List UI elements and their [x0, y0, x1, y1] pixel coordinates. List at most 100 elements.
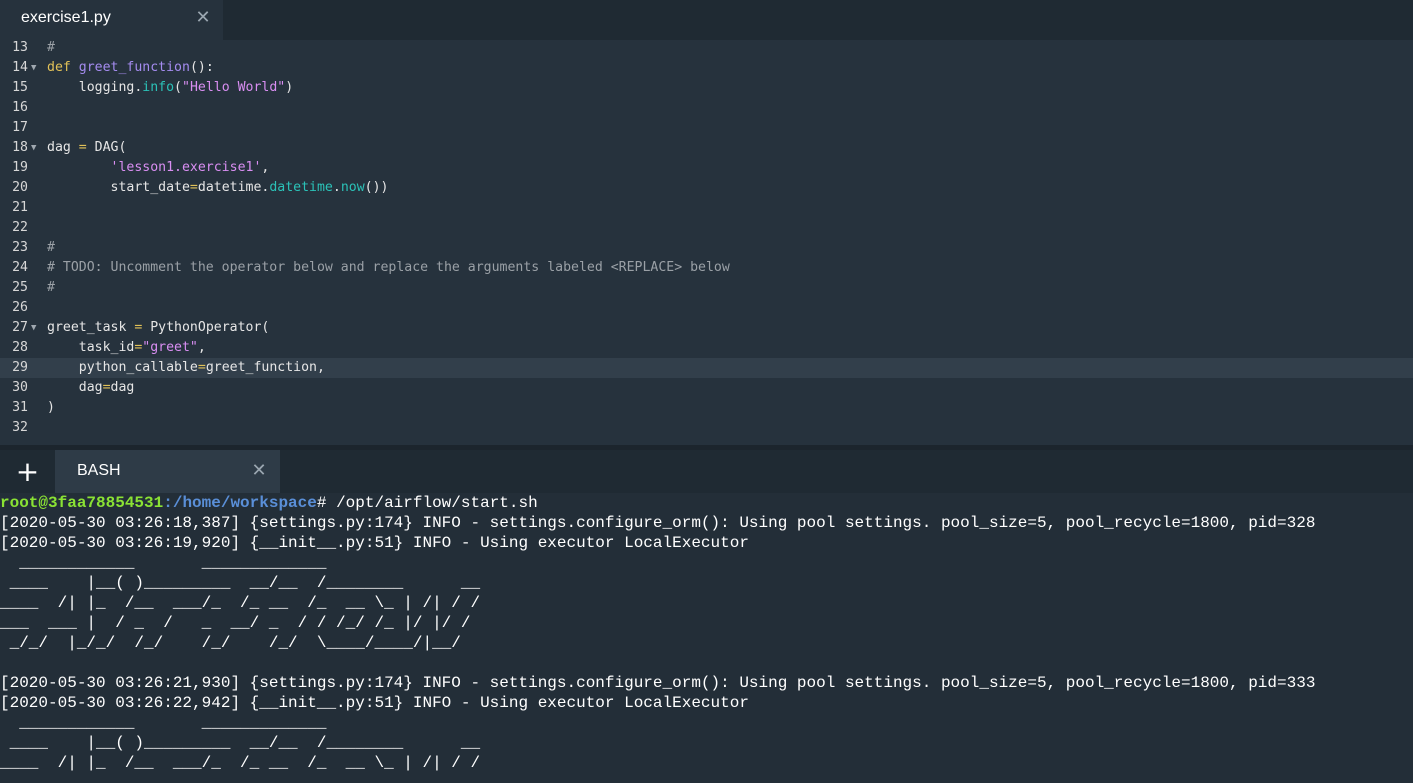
code-line[interactable]: 32 [0, 418, 1413, 438]
terminal-output-line: [2020-05-30 03:26:21,930] {settings.py:1… [0, 674, 1316, 692]
code-text: # [47, 278, 55, 298]
terminal-output-line: ____ |__( )_________ __/__ /________ __ [0, 574, 481, 592]
terminal-output-line: ____ |__( )_________ __/__ /________ __ [0, 734, 481, 752]
code-text: python_callable=greet_function, [47, 358, 325, 378]
new-terminal-button[interactable]: + [0, 450, 55, 493]
line-number: 32 [12, 420, 28, 435]
line-number: 22 [12, 220, 28, 235]
code-token: PythonOperator( [142, 320, 270, 335]
code-token: dag [47, 140, 79, 155]
close-icon[interactable]: ✕ [193, 7, 213, 29]
editor-tab-exercise1[interactable]: exercise1.py ✕ [0, 0, 223, 40]
code-line[interactable]: 25 # [0, 278, 1413, 298]
code-text: ) [47, 398, 55, 418]
code-token: = [197, 360, 206, 375]
code-token: def [47, 60, 71, 75]
code-line[interactable]: 16 [0, 98, 1413, 118]
line-number: 26 [12, 300, 28, 315]
code-line[interactable]: 26 [0, 298, 1413, 318]
code-line[interactable]: 15 logging.info("Hello World") [0, 78, 1413, 98]
code-line[interactable]: 31) [0, 398, 1413, 418]
code-line[interactable]: 24 # TODO: Uncomment the operator below a… [0, 258, 1413, 278]
prompt-user: root@3faa78854531 [0, 494, 164, 512]
code-line[interactable]: 21 [0, 198, 1413, 218]
code-token: # TODO: Uncomment the operator below and… [47, 260, 730, 275]
code-text: # [47, 40, 55, 58]
code-line[interactable]: 23 # [0, 238, 1413, 258]
code-token: 'lesson1.exercise1' [110, 160, 262, 175]
fold-arrow-icon[interactable]: ▼ [31, 138, 41, 158]
code-token: info [142, 80, 175, 95]
line-number: 14 [12, 60, 28, 75]
code-token: "Hello World" [182, 80, 286, 95]
fold-arrow-icon[interactable]: ▼ [31, 318, 41, 338]
code-token: logging. [47, 80, 143, 95]
code-line[interactable]: 20 start_date=datetime.datetime.now()) [0, 178, 1413, 198]
code-token: "greet" [142, 340, 198, 355]
code-token: (): [189, 60, 214, 75]
code-token: start_date [47, 180, 190, 195]
code-line[interactable]: 14 ▼ def greet_function(): [0, 58, 1413, 78]
code-line[interactable]: 22 [0, 218, 1413, 238]
code-token: dag [110, 380, 135, 395]
line-number: 15 [12, 80, 28, 95]
code-text: dag = DAG( [47, 138, 126, 158]
code-text: def greet_function(): [47, 58, 214, 78]
code-token: , [261, 160, 270, 175]
line-number: 28 [12, 340, 28, 355]
close-icon[interactable]: ✕ [249, 460, 269, 482]
code-editor[interactable]: 13 #14 ▼ def greet_function(): 15 logging.in… [0, 40, 1413, 445]
terminal-tab-title[interactable]: BASH [77, 462, 121, 480]
code-line[interactable]: 27 ▼ greet_task = PythonOperator( [0, 318, 1413, 338]
code-token: . [332, 180, 341, 195]
code-line[interactable]: 17 [0, 118, 1413, 138]
code-token: datetime [269, 180, 333, 195]
code-text: 'lesson1.exercise1', [47, 158, 270, 178]
code-token: greet_function [78, 60, 190, 75]
code-token: ) [47, 400, 55, 415]
code-token: ( [174, 80, 182, 95]
code-line[interactable]: 18 ▼ dag = DAG( [0, 138, 1413, 158]
terminal-output-line: ___ ___ | / _ / _ __/ _ / / /_/ /_ |/ |/… [0, 614, 471, 632]
editor-tab-bar: exercise1.py ✕ [0, 0, 1413, 40]
code-token: DAG( [86, 140, 127, 155]
code-token: # [47, 240, 55, 255]
terminal-output-line: ____________ _____________ [0, 554, 327, 572]
fold-arrow-icon[interactable]: ▼ [31, 58, 41, 78]
code-token: , [197, 340, 206, 355]
code-line[interactable]: 29 python_callable=greet_function, [0, 358, 1413, 378]
line-number: 13 [12, 40, 28, 55]
code-text: task_id="greet", [47, 338, 206, 358]
prompt-path: :/home/workspace [163, 494, 317, 512]
code-text: dag=dag [47, 378, 135, 398]
code-text: # TODO: Uncomment the operator below and… [47, 258, 730, 278]
line-number: 31 [12, 400, 28, 415]
line-number: 17 [12, 120, 28, 135]
code-line[interactable]: 19 'lesson1.exercise1', [0, 158, 1413, 178]
prompt-command: # /opt/airflow/start.sh [316, 494, 538, 512]
terminal[interactable]: root@3faa78854531:/home/workspace# /opt/… [0, 493, 1413, 783]
line-number: 27 [12, 320, 28, 335]
code-line[interactable]: 28 task_id="greet", [0, 338, 1413, 358]
terminal-tab-bash[interactable]: BASH ✕ [55, 450, 280, 493]
code-token: task_id [47, 340, 135, 355]
code-token: datetime. [197, 180, 270, 195]
code-token: dag [47, 380, 103, 395]
line-number: 24 [12, 260, 28, 275]
code-token: now [340, 180, 365, 195]
code-text: start_date=datetime.datetime.now()) [47, 178, 389, 198]
terminal-output-line: [2020-05-30 03:26:18,387] {settings.py:1… [0, 514, 1316, 532]
line-number: 29 [12, 360, 28, 375]
terminal-output-line: _/_/ |_/_/ /_/ /_/ /_/ \____/____/|__/ [0, 634, 461, 652]
code-line[interactable]: 30 dag=dag [0, 378, 1413, 398]
line-number: 19 [12, 160, 28, 175]
code-token: python_callable [47, 360, 198, 375]
editor-tab-title[interactable]: exercise1.py [21, 9, 111, 27]
code-text: logging.info("Hello World") [47, 78, 293, 98]
code-line[interactable]: 13 # [0, 40, 1413, 58]
terminal-output-line: ____________ _____________ [0, 714, 327, 732]
code-token: = [189, 180, 198, 195]
code-text: greet_task = PythonOperator( [47, 318, 269, 338]
